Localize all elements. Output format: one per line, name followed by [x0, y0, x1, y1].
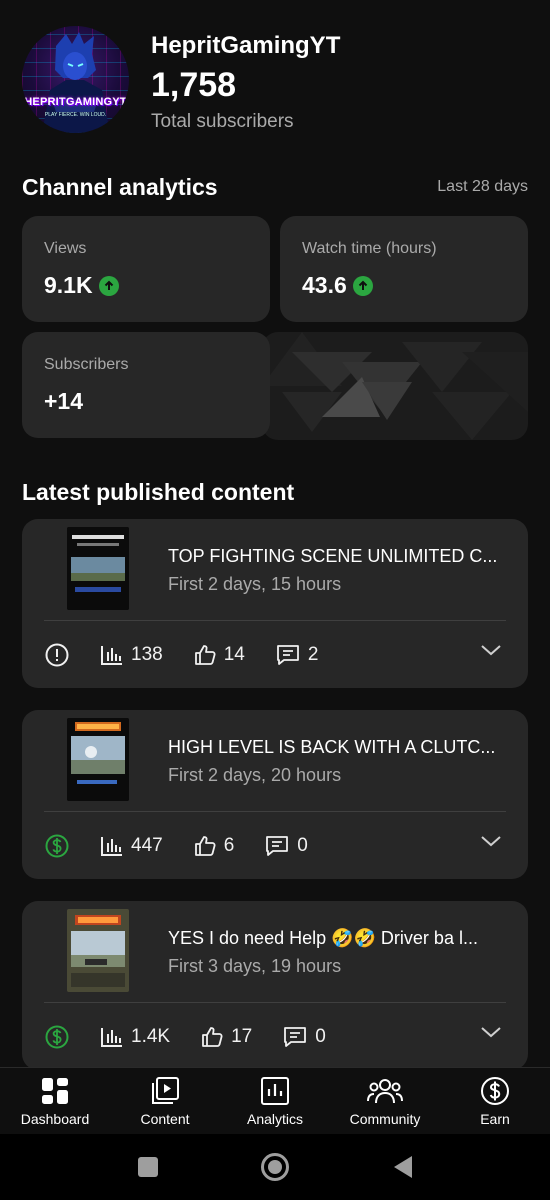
video-stats: 138 14 2 [44, 633, 506, 677]
nav-item-analytics[interactable]: Analytics [220, 1068, 330, 1134]
chevron-down-icon[interactable] [480, 834, 502, 848]
subscribers-value-row: +14 [44, 388, 83, 415]
video-stats: 1.4K 17 0 [44, 1015, 506, 1059]
nav-label: Dashboard [20, 1111, 90, 1127]
comments-stat: 0 [264, 834, 308, 858]
video-period: First 2 days, 20 hours [168, 765, 342, 785]
views-value: 9.1K [44, 272, 93, 298]
views-count: 138 [131, 644, 163, 665]
decorative-geometric-pattern [262, 332, 528, 440]
video-period: First 2 days, 15 hours [168, 574, 342, 594]
channel-avatar[interactable]: HEPRITGAMINGYT PLAY FIERCE. WIN LOUD. [22, 26, 129, 133]
likes-count: 6 [223, 835, 235, 856]
nav-item-earn[interactable]: Earn [440, 1068, 550, 1134]
divider [44, 1002, 506, 1003]
watch-time-label: Watch time (hours) [302, 240, 437, 257]
views-stat: 1.4K [100, 1026, 170, 1048]
bar-chart-icon [101, 646, 122, 665]
thumbs-up-icon [194, 836, 216, 856]
views-count: 1.4K [131, 1026, 171, 1047]
analytics-period: Last 28 days [437, 178, 528, 195]
video-period: First 3 days, 19 hours [168, 956, 342, 976]
comments-count: 0 [297, 835, 308, 856]
likes-stat: 17 [200, 1025, 252, 1049]
monetized-icon[interactable] [44, 833, 70, 859]
views-card[interactable]: Views 9.1K [22, 216, 270, 322]
trend-up-icon [98, 275, 119, 296]
total-subscribers-label: Total subscribers [151, 111, 294, 132]
channel-analytics-title: Channel analytics [22, 174, 218, 200]
chevron-down-icon[interactable] [480, 1025, 502, 1039]
divider [44, 620, 506, 621]
nav-label: Earn [480, 1111, 510, 1127]
earn-icon [481, 1077, 509, 1105]
watch-time-value-row: 43.6 [302, 272, 373, 299]
likes-count: 14 [223, 644, 245, 665]
comments-count: 2 [307, 644, 319, 665]
views-stat: 138 [100, 644, 163, 666]
subscribers-label: Subscribers [44, 356, 129, 373]
video-title[interactable]: TOP FIGHTING SCENE UNLIMITED C... [168, 546, 513, 567]
views-value-row: 9.1K [44, 272, 119, 299]
video-thumbnail[interactable] [67, 909, 129, 992]
bar-chart-icon [101, 837, 122, 856]
analytics-icon [261, 1077, 289, 1105]
nav-label: Content [140, 1111, 190, 1127]
views-label: Views [44, 240, 87, 257]
avatar-tagline: PLAY FIERCE. WIN LOUD. [44, 112, 107, 118]
nav-label: Analytics [246, 1111, 304, 1127]
total-subscribers-count: 1,758 [151, 66, 237, 104]
alert-icon[interactable] [44, 642, 70, 668]
channel-name: HepritGamingYT [151, 32, 341, 59]
video-card[interactable]: HIGH LEVEL IS BACK WITH A CLUTC... First… [22, 710, 528, 879]
video-thumbnail[interactable] [67, 527, 129, 610]
channel-header: HEPRITGAMINGYT PLAY FIERCE. WIN LOUD. He… [0, 0, 550, 160]
video-card[interactable]: TOP FIGHTING SCENE UNLIMITED C... First … [22, 519, 528, 688]
content-icon [152, 1077, 179, 1104]
nav-item-dashboard[interactable]: Dashboard [0, 1068, 110, 1134]
likes-count: 17 [231, 1026, 253, 1047]
views-stat: 447 [100, 835, 163, 857]
trend-up-icon [352, 275, 373, 296]
recents-icon[interactable] [136, 1155, 160, 1179]
views-count: 447 [131, 835, 163, 856]
back-icon[interactable] [392, 1154, 414, 1180]
bar-chart-icon [101, 1028, 122, 1047]
home-icon[interactable] [260, 1152, 290, 1182]
avatar-logo-text: HEPRITGAMINGYT [24, 96, 127, 108]
likes-stat: 6 [193, 834, 235, 858]
chevron-down-icon[interactable] [480, 643, 502, 657]
nav-item-community[interactable]: Community [330, 1068, 440, 1134]
watch-time-value: 43.6 [302, 272, 347, 298]
comment-icon [266, 836, 289, 856]
video-title[interactable]: YES I do need Help 🤣🤣 Driver ba l... [168, 928, 513, 949]
nav-label: Community [349, 1111, 421, 1127]
subscribers-card[interactable]: Subscribers +14 [22, 332, 270, 438]
bottom-navigation: Dashboard Content Analytics Community Ea… [0, 1067, 550, 1134]
system-navigation-bar [0, 1134, 550, 1200]
dashboard-icon [42, 1078, 68, 1104]
subscribers-value: +14 [44, 388, 84, 414]
video-card[interactable]: YES I do need Help 🤣🤣 Driver ba l... Fir… [22, 901, 528, 1070]
community-icon [367, 1079, 403, 1104]
video-stats: 447 6 0 [44, 824, 506, 868]
comment-icon [284, 1027, 307, 1047]
thumbs-up-icon [202, 1027, 223, 1047]
video-title[interactable]: HIGH LEVEL IS BACK WITH A CLUTC... [168, 737, 513, 758]
monetized-icon[interactable] [44, 1024, 70, 1050]
watch-time-card[interactable]: Watch time (hours) 43.6 [280, 216, 528, 322]
nav-item-content[interactable]: Content [110, 1068, 220, 1134]
latest-content-title: Latest published content [22, 479, 295, 505]
comment-icon [276, 645, 299, 665]
thumbs-up-icon [194, 645, 216, 665]
likes-stat: 14 [193, 643, 245, 667]
divider [44, 811, 506, 812]
comments-stat: 2 [275, 643, 319, 667]
comments-count: 0 [315, 1026, 326, 1047]
video-thumbnail[interactable] [67, 718, 129, 801]
comments-stat: 0 [282, 1025, 326, 1049]
